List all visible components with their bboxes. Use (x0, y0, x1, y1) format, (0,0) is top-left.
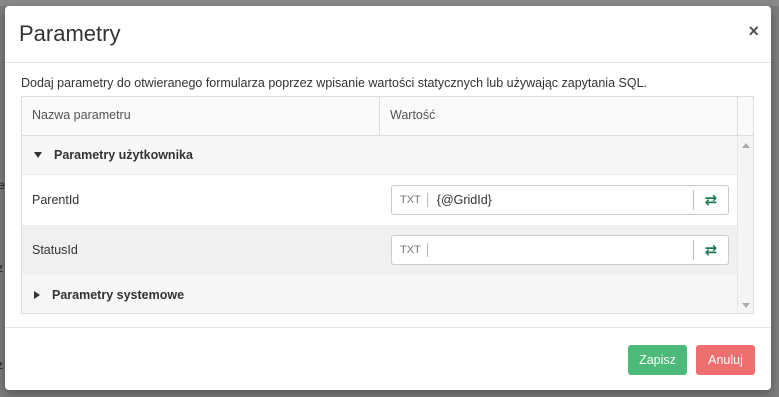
param-name: ParentId (32, 193, 80, 207)
backdrop-text: z (0, 358, 3, 372)
column-header-value[interactable]: Wartość (380, 97, 738, 135)
group-row-system-params[interactable]: Parametry systemowe (22, 275, 738, 313)
table-row: StatusId TXT ⇄ (22, 225, 738, 275)
scroll-down-icon[interactable] (742, 303, 750, 308)
scroll-up-icon[interactable] (742, 143, 750, 148)
parameters-dialog: Parametry × Dodaj parametry do otwierane… (5, 6, 771, 390)
type-badge[interactable]: TXT (392, 243, 428, 257)
caret-down-icon[interactable] (34, 152, 42, 158)
group-label: Parametry systemowe (52, 287, 185, 302)
backdrop-text: z (0, 261, 3, 275)
type-badge[interactable]: TXT (392, 193, 428, 207)
param-value-field[interactable]: TXT ⇄ (391, 235, 729, 265)
parameters-grid: Nazwa parametru Wartość Parametry użytko… (21, 96, 754, 314)
table-row: ParentId TXT {@GridId} ⇄ (22, 175, 738, 225)
save-button[interactable]: Zapisz (628, 345, 687, 375)
group-row-user-params[interactable]: Parametry użytkownika (22, 136, 738, 175)
column-header-name[interactable]: Nazwa parametru (22, 97, 380, 135)
param-value-input[interactable]: {@GridId} (428, 193, 693, 207)
group-label: Parametry użytkownika (54, 148, 193, 162)
param-name: StatusId (32, 243, 78, 257)
dialog-title: Parametry (19, 21, 121, 46)
caret-right-icon[interactable] (34, 290, 40, 299)
close-icon[interactable]: × (748, 21, 759, 41)
swap-icon[interactable]: ⇄ (693, 240, 728, 260)
dialog-footer: Zapisz Anuluj (5, 327, 771, 390)
dialog-header: Parametry × (5, 6, 771, 63)
grid-body: Parametry użytkownika ParentId TXT {@Gri… (22, 136, 753, 313)
dialog-description: Dodaj parametry do otwieranego formularz… (21, 76, 647, 90)
param-value-field[interactable]: TXT {@GridId} ⇄ (391, 185, 729, 215)
grid-scrollbar[interactable] (737, 136, 753, 313)
cancel-button[interactable]: Anuluj (696, 345, 755, 375)
backdrop-text: e (0, 178, 5, 192)
grid-header: Nazwa parametru Wartość (22, 97, 753, 136)
swap-icon[interactable]: ⇄ (693, 190, 728, 210)
